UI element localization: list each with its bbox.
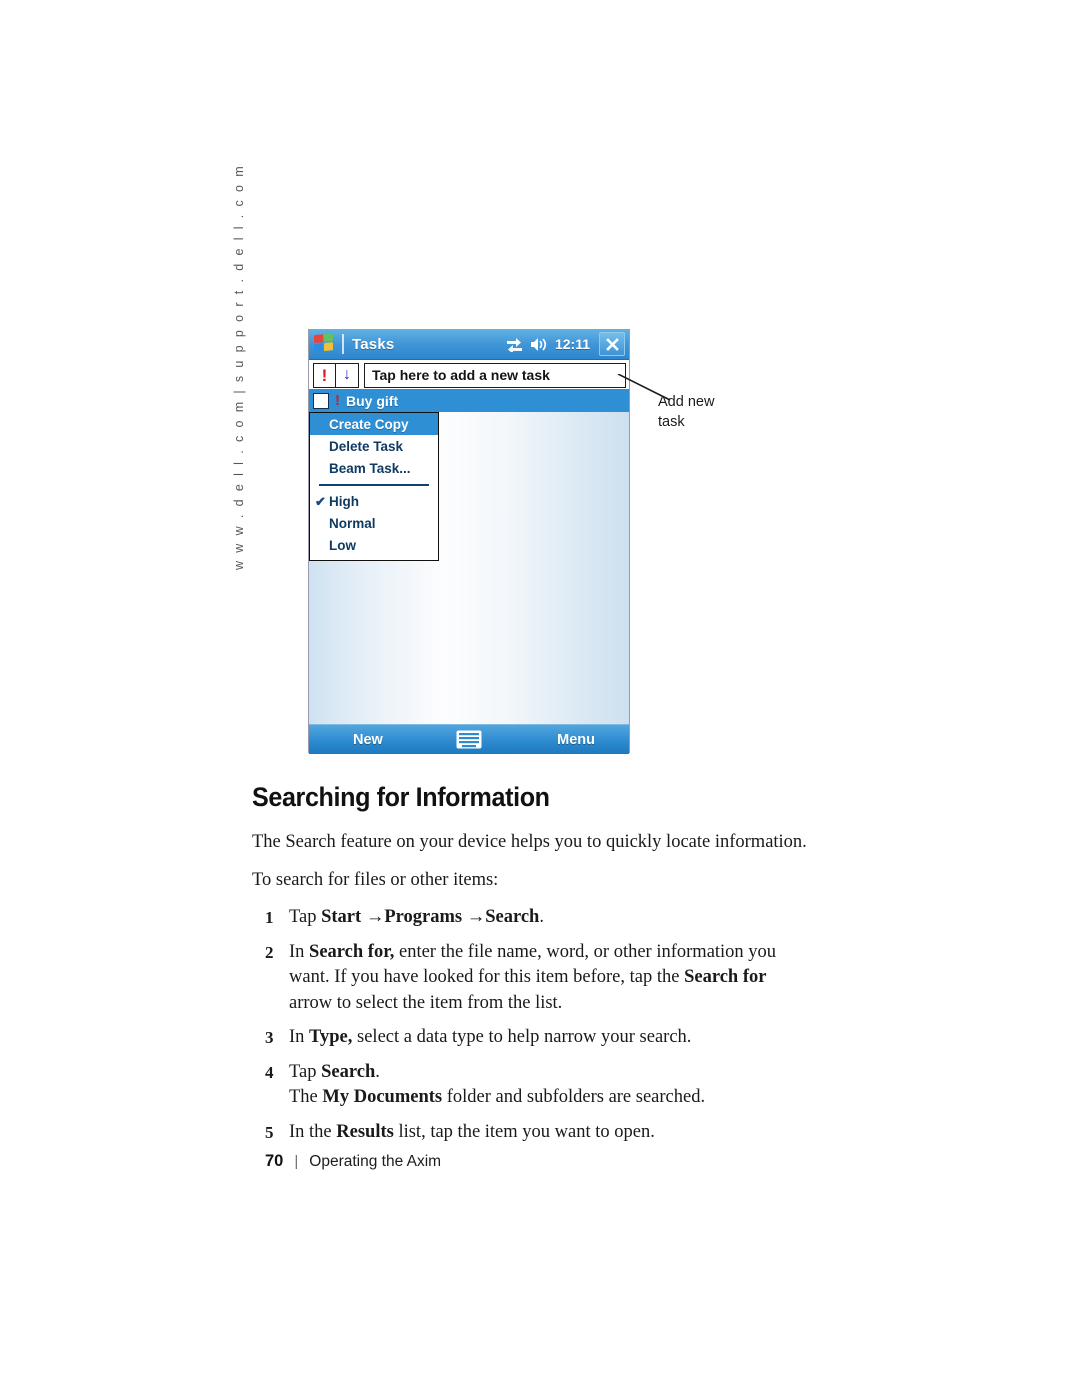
page-side-watermark: w w w . d e l l . c o m | s u p p o r t … [0, 0, 246, 570]
title-bar-status-area: 12:11 [506, 332, 629, 356]
step-text-run: → [361, 907, 385, 927]
step-number: 2 [265, 942, 274, 962]
step-text-run: → [462, 907, 486, 927]
step-number: 5 [265, 1122, 274, 1142]
step-item: 3 In Type, select a data type to help nar… [252, 1025, 808, 1051]
page-title: Searching for Information [252, 782, 550, 812]
step-number: 1 [265, 908, 274, 927]
new-task-input[interactable]: Tap here to add a new task [364, 362, 626, 388]
sync-connectivity-icon[interactable] [506, 337, 523, 352]
step-item: 5 In the Results list, tap the item you w… [252, 1120, 808, 1146]
speaker-volume-icon[interactable] [530, 337, 548, 352]
emphasis-term: Start [321, 907, 362, 927]
priority-exclamation-icon: ! [321, 365, 328, 385]
task-priority-icon: ! [335, 392, 340, 409]
step-text-run: In [289, 941, 310, 962]
step-text-run: . [539, 907, 544, 927]
callout-line-1: Add new [658, 394, 715, 410]
step-text-run: Tap [289, 1061, 322, 1082]
title-divider [342, 334, 344, 354]
pda-device-screenshot: Tasks 12:11 ! ↓ Tap here to add a new ta… [308, 329, 630, 754]
emphasis-term: My Documents [322, 1087, 443, 1107]
step-text: In Search for, enter the file name, word… [289, 942, 776, 1013]
step-item: 1 Tap Start →Programs →Search. [252, 905, 808, 931]
step-text-run: . [375, 1061, 380, 1082]
context-menu-item-label: High [329, 494, 359, 509]
windows-flag-icon[interactable] [314, 333, 336, 355]
context-menu-item[interactable]: Delete Task [310, 435, 438, 457]
task-label: Buy gift [346, 392, 399, 409]
emphasis-term: Results [336, 1121, 394, 1142]
new-button[interactable]: New [353, 732, 383, 748]
callout-line-2: task [658, 414, 685, 430]
step-item: 2 In Search for, enter the file name, wor… [252, 940, 808, 1017]
emphasis-term: Type, [309, 1027, 353, 1047]
context-menu-item[interactable]: ✔ High [310, 491, 438, 513]
step-text: In the Results list, tap the item you wa… [289, 1122, 655, 1142]
status-clock: 12:11 [554, 336, 590, 352]
tasks-toolbar: ! ↓ Tap here to add a new task [309, 360, 629, 389]
app-title: Tasks [352, 335, 395, 353]
dell-url-watermark: w w w . d e l l . c o m | s u p p o r t … [232, 163, 246, 570]
step-text-run: select a data type to help narrow your s… [352, 1027, 692, 1047]
step-number: 4 [265, 1062, 274, 1082]
context-menu-item-label: Delete Task [329, 438, 404, 454]
step-text: Tap Start →Programs →Search. [289, 907, 544, 927]
callout-label: Add new task [658, 392, 768, 432]
step-text: In Type, select a data type to help narr… [289, 1027, 691, 1047]
emphasis-term: Search for, [309, 941, 395, 962]
footer-separator: | [294, 1153, 299, 1170]
close-icon[interactable] [599, 332, 625, 356]
emphasis-term: Search [321, 1061, 376, 1082]
emphasis-term: Search [485, 907, 540, 927]
step-text: Tap Search. The My Documents folder and s… [289, 1062, 705, 1108]
down-arrow-icon: ↓ [343, 366, 351, 383]
step-text-run: arrow to select the item from the list. [289, 992, 563, 1013]
priority-filter-button[interactable]: ! [313, 362, 336, 388]
step-text-run: list, tap the item you want to open. [393, 1121, 655, 1142]
check-icon: ✔ [315, 493, 326, 509]
task-checkbox[interactable] [313, 392, 329, 409]
document-body: Searching for Information The Search fea… [252, 782, 808, 1154]
context-menu-item-label: Create Copy [329, 416, 409, 432]
footer-section-title: Operating the Axim [309, 1153, 442, 1170]
step-text-run: The [289, 1087, 323, 1107]
context-menu-item-label: Beam Task... [329, 460, 411, 476]
context-menu-item[interactable]: Normal [310, 513, 438, 535]
page-footer: 70 | Operating the Axim [265, 1152, 441, 1171]
device-command-bar: New Menu [309, 724, 629, 754]
context-menu-separator [319, 484, 429, 486]
keyboard-icon[interactable] [456, 730, 482, 749]
task-list-body: Create Copy Delete Task Beam Task... ✔ High N… [309, 412, 629, 724]
numbered-steps-list: 1 Tap Start →Programs →Search. 2 In Search … [252, 905, 808, 1145]
menu-button[interactable]: Menu [557, 732, 595, 748]
step-text-run: folder and subfolders are searched. [442, 1087, 706, 1107]
step-item: 4 Tap Search. The My Documents folder and … [252, 1060, 808, 1111]
step-text-run: In the [289, 1121, 337, 1142]
emphasis-term: Programs [384, 907, 463, 927]
context-menu-item-label: Low [329, 538, 356, 553]
page-number: 70 [265, 1152, 284, 1170]
step-number: 3 [265, 1028, 274, 1047]
context-menu-item-label: Normal [329, 516, 376, 531]
step-text-run: In [289, 1027, 310, 1047]
step-text-run: Tap [289, 907, 322, 927]
intro-paragraph: The Search feature on your device helps … [252, 832, 807, 852]
task-list-item-buy-gift[interactable]: ! Buy gift [309, 389, 629, 412]
emphasis-term: Search for [684, 967, 767, 987]
context-menu-item[interactable]: Beam Task... [310, 457, 438, 479]
sort-order-button[interactable]: ↓ [336, 362, 359, 388]
device-title-bar: Tasks 12:11 [309, 329, 629, 360]
context-menu-item[interactable]: Low [310, 535, 438, 557]
context-menu: Create Copy Delete Task Beam Task... ✔ High N… [309, 412, 439, 561]
lead-in-paragraph: To search for files or other items: [252, 870, 499, 890]
context-menu-item[interactable]: Create Copy [310, 413, 438, 435]
